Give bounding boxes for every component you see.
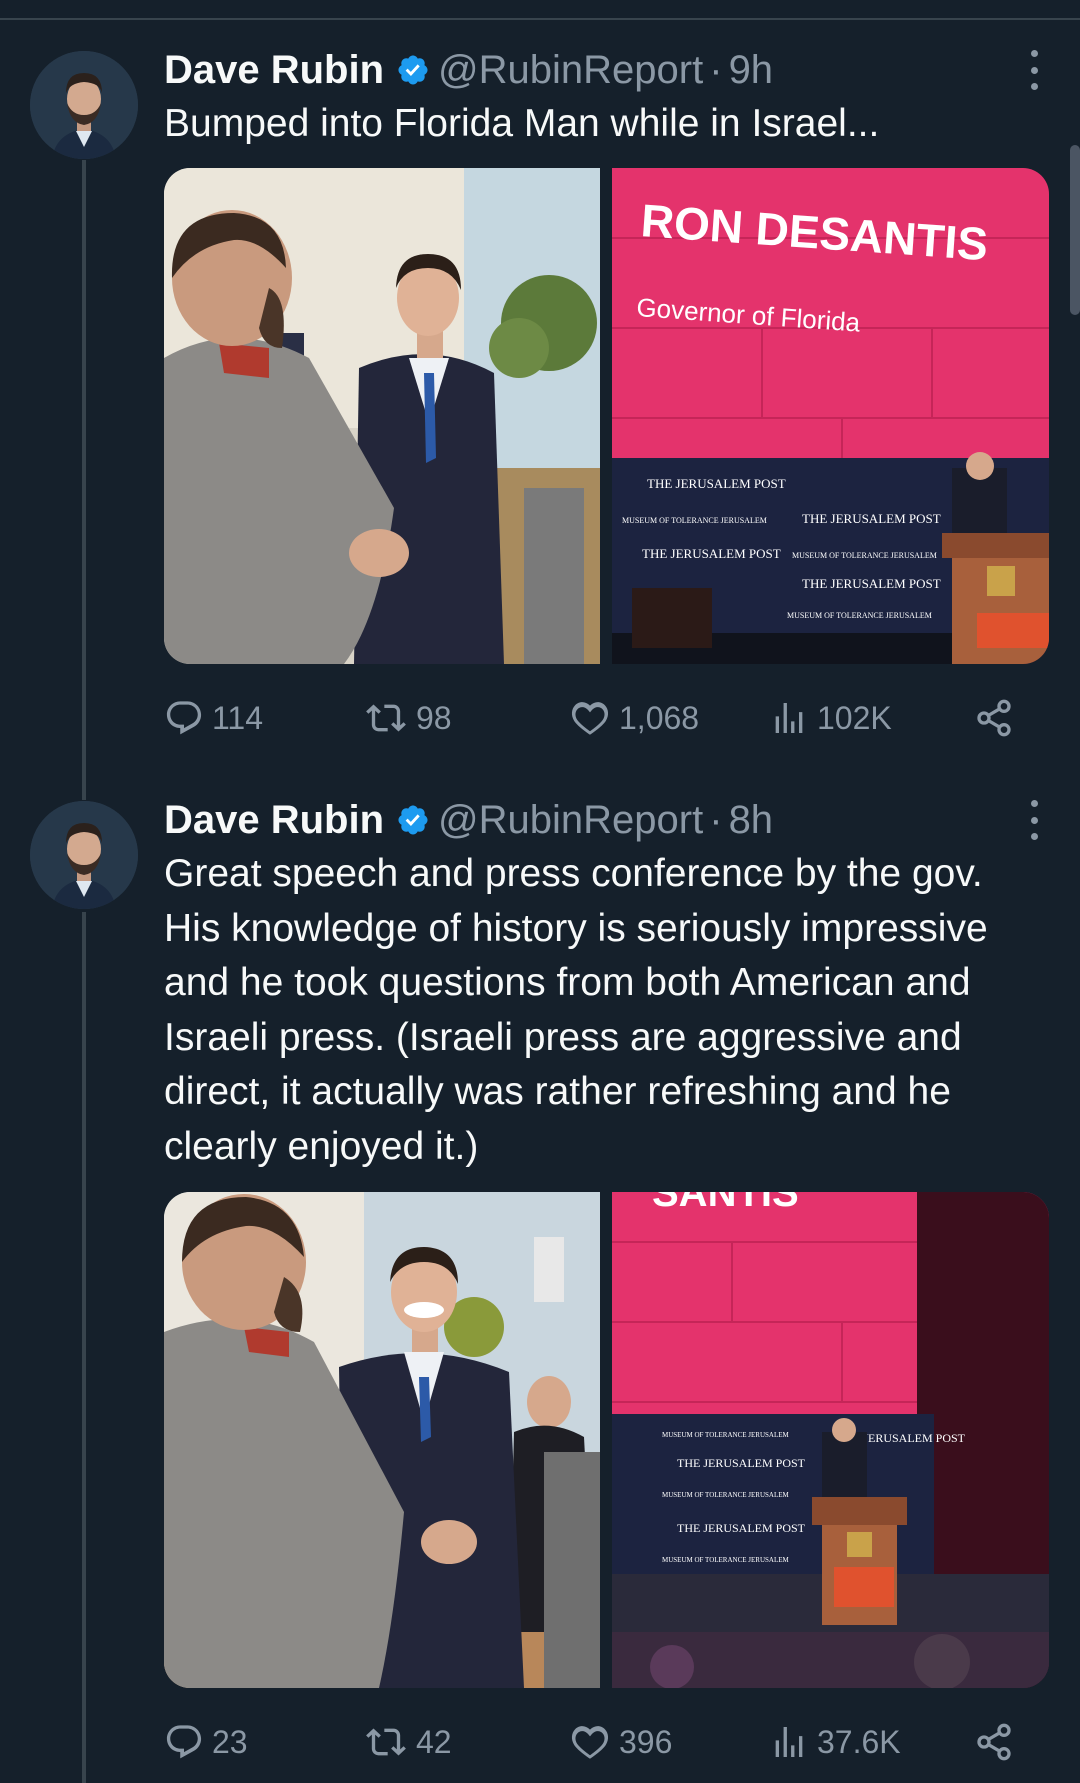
backdrop-brand: THE JERUSALEM POST	[802, 576, 941, 591]
timestamp[interactable]: 8h	[729, 798, 774, 843]
backdrop-brand: THE JERUSALEM POST	[677, 1456, 806, 1470]
tweet-actions: 23 42 396 37.6K	[164, 1717, 1014, 1767]
photo-stage[interactable]: SANTIS MUSEUM OF TOLERANCE JERUSALEM THE…	[612, 1192, 1049, 1688]
like-count: 396	[619, 1723, 673, 1760]
reply-icon	[166, 701, 202, 735]
reply-button[interactable]: 23	[164, 1717, 248, 1767]
backdrop-brand: MUSEUM OF TOLERANCE JERUSALEM	[622, 516, 767, 525]
views-count: 37.6K	[817, 1723, 901, 1760]
heart-icon	[571, 1726, 609, 1759]
avatar[interactable]	[30, 801, 138, 909]
photo-handshake[interactable]	[164, 168, 600, 664]
reply-count: 23	[212, 1723, 248, 1760]
repost-button[interactable]: 98	[364, 693, 452, 743]
reply-button[interactable]: 114	[164, 693, 263, 743]
reply-icon	[166, 1725, 202, 1759]
author-handle[interactable]: @RubinReport	[438, 48, 703, 93]
media-grid: SANTIS MUSEUM OF TOLERANCE JERUSALEM THE…	[164, 1192, 1049, 1688]
separator: ·	[709, 797, 723, 842]
share-icon	[977, 1723, 1011, 1761]
views-icon	[775, 703, 803, 733]
like-count: 1,068	[619, 699, 700, 736]
tweet-text: Great speech and press conference by the…	[164, 852, 988, 1168]
tweet[interactable]: Dave Rubin @RubinReport · 8h Great speec…	[0, 780, 1080, 1783]
photo-stage[interactable]: RON DESANTIS Governor of Florida THE JER…	[612, 168, 1049, 664]
media-grid: RON DESANTIS Governor of Florida THE JER…	[164, 168, 1049, 664]
reply-count: 114	[212, 699, 264, 736]
like-button[interactable]: 1,068	[569, 693, 699, 743]
author-handle[interactable]: @RubinReport	[438, 798, 703, 843]
tweet[interactable]: Dave Rubin @RubinReport · 9h Bumped into…	[0, 0, 1080, 780]
backdrop-brand: MUSEUM OF TOLERANCE JERUSALEM	[662, 1556, 790, 1564]
author-name[interactable]: Dave Rubin	[164, 48, 384, 93]
like-button[interactable]: 396	[569, 1717, 672, 1767]
author-name[interactable]: Dave Rubin	[164, 798, 384, 843]
views-icon	[775, 1727, 803, 1757]
backdrop-brand: THE JERUSALEM POST	[642, 546, 781, 561]
tweet-text: Bumped into Florida Man while in Israel.…	[164, 102, 880, 145]
backdrop-brand: MUSEUM OF TOLERANCE JERUSALEM	[787, 611, 932, 620]
tweet-actions: 114 98 1,068 102K	[164, 693, 1014, 743]
photo-handshake[interactable]	[164, 1192, 600, 1688]
backdrop-brand: THE JERUSALEM POST	[647, 476, 786, 491]
heart-icon	[571, 702, 609, 735]
repost-icon	[366, 704, 406, 732]
verified-badge-icon	[396, 803, 430, 837]
share-button[interactable]	[974, 693, 1014, 743]
views-count: 102K	[817, 699, 892, 736]
backdrop-brand: THE JERUSALEM POST	[677, 1521, 806, 1535]
backdrop-brand: THE JERUSALEM POST	[802, 511, 941, 526]
share-button[interactable]	[974, 1717, 1014, 1767]
tweet-header: Dave Rubin @RubinReport · 8h	[164, 795, 773, 845]
repost-count: 98	[416, 699, 452, 736]
verified-badge-icon	[396, 53, 430, 87]
views-button[interactable]: 37.6K	[769, 1717, 901, 1767]
tweet-header: Dave Rubin @RubinReport · 9h	[164, 45, 773, 95]
screen-title-fragment: SANTIS	[652, 1192, 799, 1215]
views-button[interactable]: 102K	[769, 693, 892, 743]
repost-button[interactable]: 42	[364, 1717, 452, 1767]
backdrop-brand: MUSEUM OF TOLERANCE JERUSALEM	[662, 1431, 790, 1439]
separator: ·	[709, 47, 723, 92]
repost-icon	[366, 1728, 406, 1756]
more-options-icon[interactable]	[1024, 800, 1044, 840]
share-icon	[977, 699, 1011, 737]
repost-count: 42	[416, 1723, 452, 1760]
avatar[interactable]	[30, 51, 138, 159]
backdrop-brand: MUSEUM OF TOLERANCE JERUSALEM	[662, 1491, 790, 1499]
backdrop-brand: MUSEUM OF TOLERANCE JERUSALEM	[792, 551, 937, 560]
more-options-icon[interactable]	[1024, 50, 1044, 90]
timestamp[interactable]: 9h	[729, 48, 774, 93]
